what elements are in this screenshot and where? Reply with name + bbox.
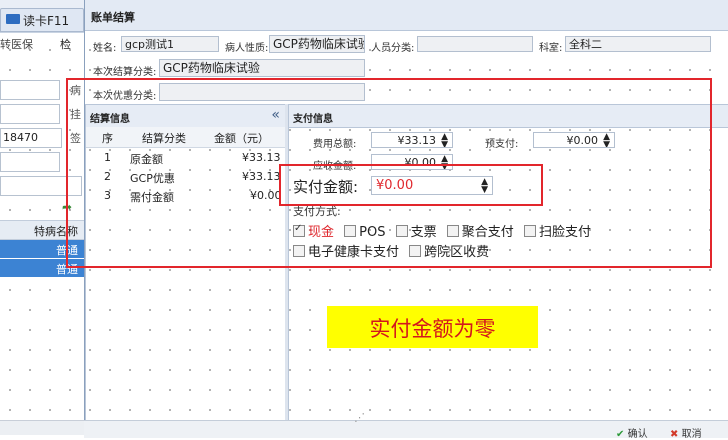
left-field-2[interactable]	[0, 104, 60, 124]
left-field-3[interactable]: 18470	[0, 128, 62, 148]
staff-class-label: 人员分类:	[371, 43, 415, 54]
patient-type-field[interactable]: GCP药物临床试验	[269, 35, 365, 53]
staff-class-field[interactable]	[417, 36, 533, 52]
annotation-note-text: 实付金额为零	[369, 317, 496, 341]
left-field-4[interactable]	[0, 152, 60, 172]
dept-label: 科室:	[539, 43, 563, 54]
card-icon	[6, 14, 20, 24]
annotation-note: 实付金额为零	[327, 306, 538, 348]
annotation-box-actual-paid	[279, 164, 543, 206]
settle-class-field[interactable]: GCP药物临床试验	[159, 59, 365, 77]
dept-field[interactable]: 全科二	[565, 36, 711, 52]
left-field-1[interactable]	[0, 80, 60, 100]
name-field[interactable]: gcp测试1	[121, 36, 219, 52]
dialog-title: 账单结算	[91, 11, 135, 24]
check-label[interactable]: 检	[60, 36, 71, 52]
name-label: 姓名:	[93, 43, 117, 54]
checkmark-icon: ✔	[616, 429, 625, 440]
read-card-tab[interactable]: 读卡F11	[0, 8, 84, 32]
transfer-medins-label[interactable]: 转医保	[0, 36, 33, 52]
horizontal-scrollbar[interactable]	[0, 420, 84, 435]
resize-grip-icon[interactable]: ⋰	[354, 411, 365, 424]
close-icon: ✖	[670, 429, 679, 440]
patient-type-label: 病人性质:	[225, 43, 269, 54]
settle-class-label: 本次结算分类:	[93, 67, 157, 78]
read-card-label: 读卡F11	[23, 14, 70, 28]
dialog-title-bar: 账单结算	[85, 0, 728, 31]
cancel-label: 取消	[681, 429, 702, 440]
confirm-label: 确认	[627, 429, 648, 440]
